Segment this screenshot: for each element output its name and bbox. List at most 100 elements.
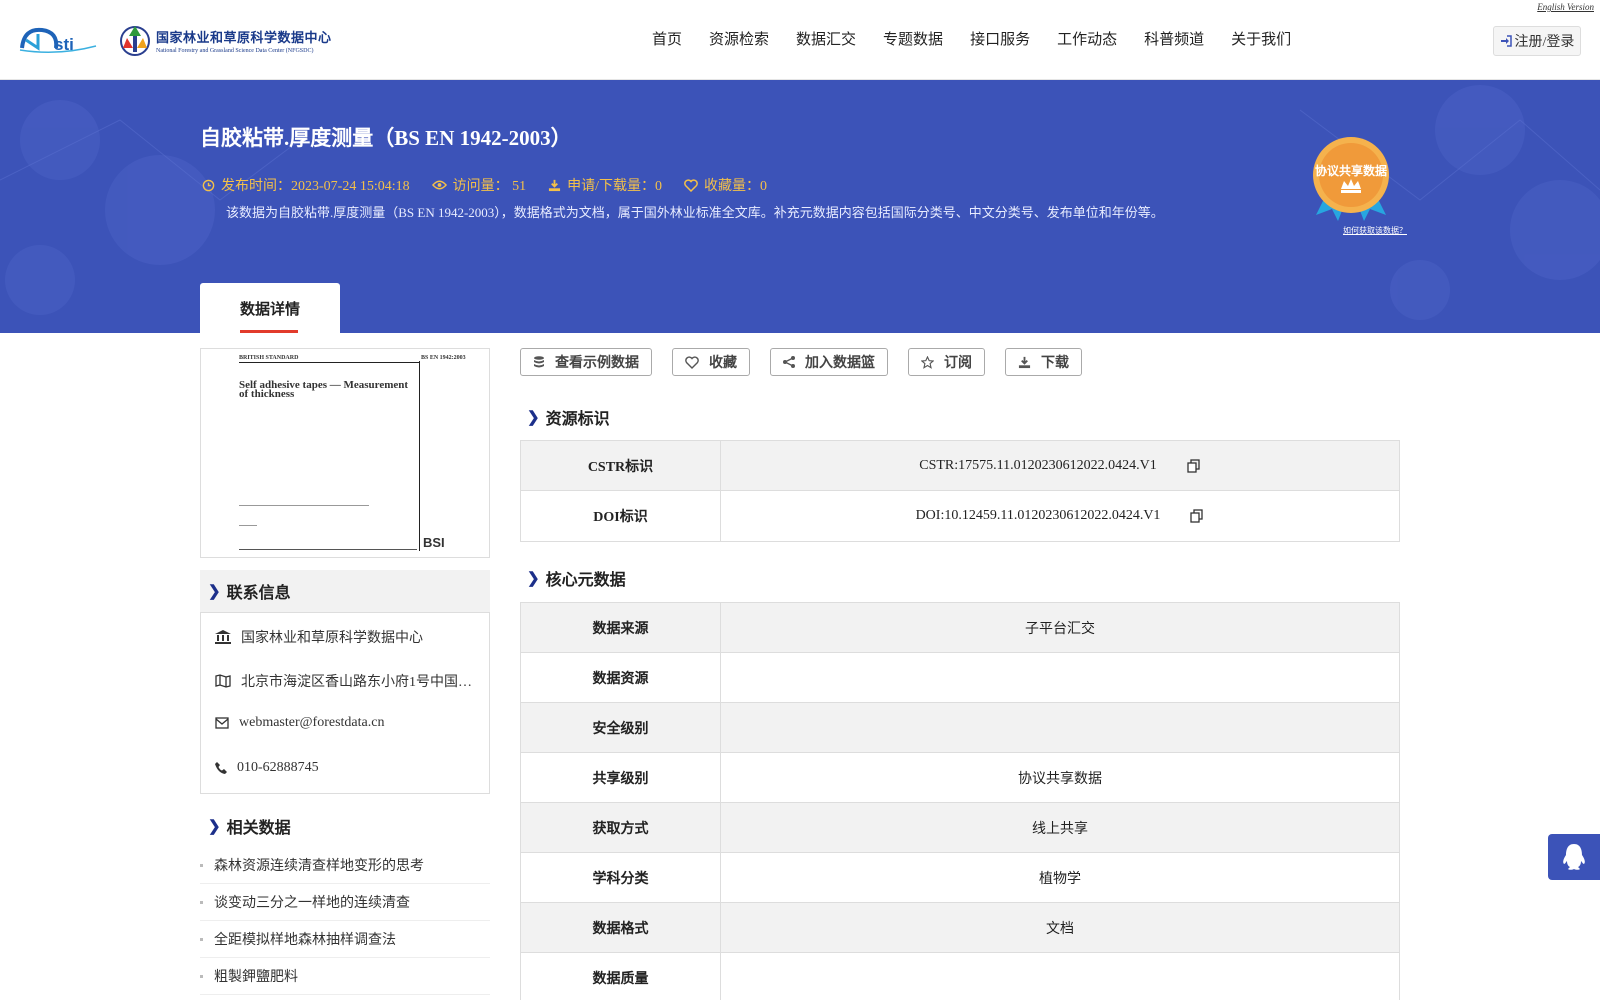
dataset-description: 该数据为自胶粘带.厚度测量（BS EN 1942-2003），数据格式为文档，属… bbox=[226, 205, 1164, 220]
tab-active-underline bbox=[240, 330, 298, 333]
eye-icon bbox=[431, 180, 447, 190]
heart-outline-icon bbox=[685, 355, 699, 369]
doc-divider bbox=[419, 361, 420, 551]
related-item[interactable]: 粗製鉀鹽肥料 bbox=[200, 958, 490, 995]
view-count: 访问量： 51 bbox=[431, 175, 527, 195]
chevron-right-icon: ❯ bbox=[208, 583, 221, 600]
related-item[interactable]: 谈变动三分之一样地的连续清查 bbox=[200, 884, 490, 921]
chevron-right-icon: ❯ bbox=[527, 409, 540, 426]
nav-about[interactable]: 关于我们 bbox=[1217, 28, 1304, 49]
download-icon bbox=[549, 179, 561, 191]
doi-value-text: DOI:10.12459.11.0120230612022.0424.V1 bbox=[915, 508, 1161, 523]
institution-icon bbox=[215, 630, 231, 644]
contact-address: 北京市海淀区香山路东小府1号中国… bbox=[215, 671, 477, 691]
doi-value: DOI:10.12459.11.0120230612022.0424.V1 bbox=[721, 491, 1399, 541]
share-icon bbox=[783, 356, 795, 368]
core-metadata-heading: ❯ 核心元数据 bbox=[527, 566, 626, 590]
chevron-right-icon: ❯ bbox=[208, 818, 221, 835]
nfgsdc-logo[interactable]: 国家林业和草原科学数据中心 National Forestry and Gras… bbox=[118, 22, 332, 58]
identity-heading: ❯ 资源标识 bbox=[527, 405, 610, 429]
download-count: 申请/下载量：0 bbox=[548, 175, 662, 195]
nav-data-submission[interactable]: 数据汇交 bbox=[782, 28, 869, 49]
view-sample-button[interactable]: 查看示例数据 bbox=[520, 348, 652, 376]
contact-heading-label: 联系信息 bbox=[226, 585, 291, 602]
meta-value bbox=[721, 653, 1399, 702]
contact-email-text[interactable]: webmaster@forestdata.cn bbox=[239, 715, 384, 731]
table-row: 数据格式 文档 bbox=[521, 903, 1399, 953]
nav-home[interactable]: 首页 bbox=[652, 28, 695, 49]
badge-label: 协议共享数据 bbox=[1314, 164, 1387, 178]
meta-value: 协议共享数据 bbox=[1018, 771, 1102, 787]
doc-footer-line bbox=[239, 549, 417, 550]
meta-key: 数据来源 bbox=[521, 603, 721, 652]
envelope-icon bbox=[215, 717, 229, 729]
table-row: DOI标识 DOI:10.12459.11.0120230612022.0424… bbox=[521, 491, 1399, 541]
download-button[interactable]: 下载 bbox=[1005, 348, 1082, 376]
table-row: 数据来源 子平台汇交 bbox=[521, 603, 1399, 653]
meta-value: 文档 bbox=[1046, 921, 1074, 937]
dataset-banner: 自胶粘带.厚度测量（BS EN 1942-2003） 发布时间：2023-07-… bbox=[0, 80, 1600, 333]
meta-key: 安全级别 bbox=[521, 703, 721, 752]
main-nav: 首页 资源检索 数据汇交 专题数据 接口服务 工作动态 科普频道 关于我们 bbox=[652, 28, 1304, 49]
cstr-value: CSTR:17575.11.0120230612022.0424.V1 bbox=[721, 441, 1399, 490]
meta-value: 线上共享 bbox=[1032, 821, 1088, 837]
how-to-get-link[interactable]: 如何获取该数据？ bbox=[1343, 225, 1407, 236]
table-row: 数据质量 bbox=[521, 953, 1399, 1000]
doc-line-short bbox=[239, 525, 257, 526]
logo-title-cn: 国家林业和草原科学数据中心 bbox=[156, 29, 332, 45]
copy-icon[interactable] bbox=[1190, 509, 1204, 523]
cstr-key: CSTR标识 bbox=[521, 441, 721, 490]
dataset-thumbnail[interactable]: BRITISH STANDARD BS EN 1942:2003 Self ad… bbox=[200, 348, 490, 558]
login-button[interactable]: 注册/登录 bbox=[1493, 26, 1581, 56]
dataset-meta: 发布时间：2023-07-24 15:04:18 访问量： 51 申请/下载量：… bbox=[202, 175, 789, 195]
clock-icon bbox=[202, 179, 215, 191]
table-row: CSTR标识 CSTR:17575.11.0120230612022.0424.… bbox=[521, 441, 1399, 491]
table-row: 学科分类 植物学 bbox=[521, 853, 1399, 903]
contact-phone: 010-62888745 bbox=[215, 760, 477, 776]
qq-chat-button[interactable] bbox=[1548, 834, 1600, 880]
database-icon bbox=[534, 355, 544, 367]
tab-data-detail[interactable]: 数据详情 bbox=[200, 283, 340, 333]
publish-time-text: 发布时间：2023-07-24 15:04:18 bbox=[221, 179, 410, 194]
subscribe-label: 订阅 bbox=[944, 356, 972, 371]
publish-time: 发布时间：2023-07-24 15:04:18 bbox=[202, 175, 410, 195]
add-to-basket-button[interactable]: 加入数据篮 bbox=[770, 348, 888, 376]
nav-news[interactable]: 工作动态 bbox=[1043, 28, 1130, 49]
download-icon bbox=[1018, 356, 1031, 368]
doc-code: BS EN 1942:2003 bbox=[421, 355, 466, 361]
contact-heading: ❯ 联系信息 bbox=[200, 570, 490, 612]
favorite-button[interactable]: 收藏 bbox=[672, 348, 750, 376]
copy-icon[interactable] bbox=[1187, 458, 1201, 473]
nav-thematic-data[interactable]: 专题数据 bbox=[869, 28, 956, 49]
table-row: 获取方式 线上共享 bbox=[521, 803, 1399, 853]
nav-api-service[interactable]: 接口服务 bbox=[956, 28, 1043, 49]
contact-address-text: 北京市海淀区香山路东小府1号中国… bbox=[241, 675, 472, 690]
nfgsdc-emblem-icon bbox=[120, 26, 150, 56]
related-item[interactable]: 森林资源连续清查样地变形的思考 bbox=[200, 847, 490, 884]
meta-value bbox=[721, 703, 1399, 752]
nav-science[interactable]: 科普频道 bbox=[1130, 28, 1217, 49]
login-label: 注册/登录 bbox=[1514, 35, 1575, 50]
action-bar: 查看示例数据 收藏 加入数据篮 订阅 下载 bbox=[520, 348, 1102, 376]
table-row: 数据资源 bbox=[521, 653, 1399, 703]
english-version-link[interactable]: English Version bbox=[1537, 2, 1594, 12]
identity-table: CSTR标识 CSTR:17575.11.0120230612022.0424.… bbox=[520, 440, 1400, 542]
related-item[interactable]: 全距模拟样地森林抽样调查法 bbox=[200, 921, 490, 958]
contact-org: 国家林业和草原科学数据中心 bbox=[215, 627, 477, 647]
meta-key: 获取方式 bbox=[521, 803, 721, 852]
identity-heading-label: 资源标识 bbox=[545, 411, 610, 428]
nav-resource-search[interactable]: 资源检索 bbox=[695, 28, 782, 49]
document-preview: BRITISH STANDARD BS EN 1942:2003 Self ad… bbox=[239, 355, 477, 551]
site-header: English Version sti 国家林业和草原科学数据中心 Nation… bbox=[0, 0, 1600, 80]
meta-value: 植物学 bbox=[1039, 871, 1081, 887]
nsti-logo[interactable]: sti bbox=[18, 22, 98, 56]
view-count-text: 访问量： 51 bbox=[452, 179, 527, 194]
meta-key: 共享级别 bbox=[521, 753, 721, 802]
subscribe-button[interactable]: 订阅 bbox=[908, 348, 985, 376]
heart-icon bbox=[684, 178, 698, 192]
download-label: 下载 bbox=[1041, 356, 1069, 371]
doc-standard-label: BRITISH STANDARD bbox=[239, 355, 419, 363]
meta-key: 数据格式 bbox=[521, 903, 721, 952]
sign-in-icon bbox=[1500, 35, 1512, 47]
contact-phone-text: 010-62888745 bbox=[237, 760, 319, 775]
